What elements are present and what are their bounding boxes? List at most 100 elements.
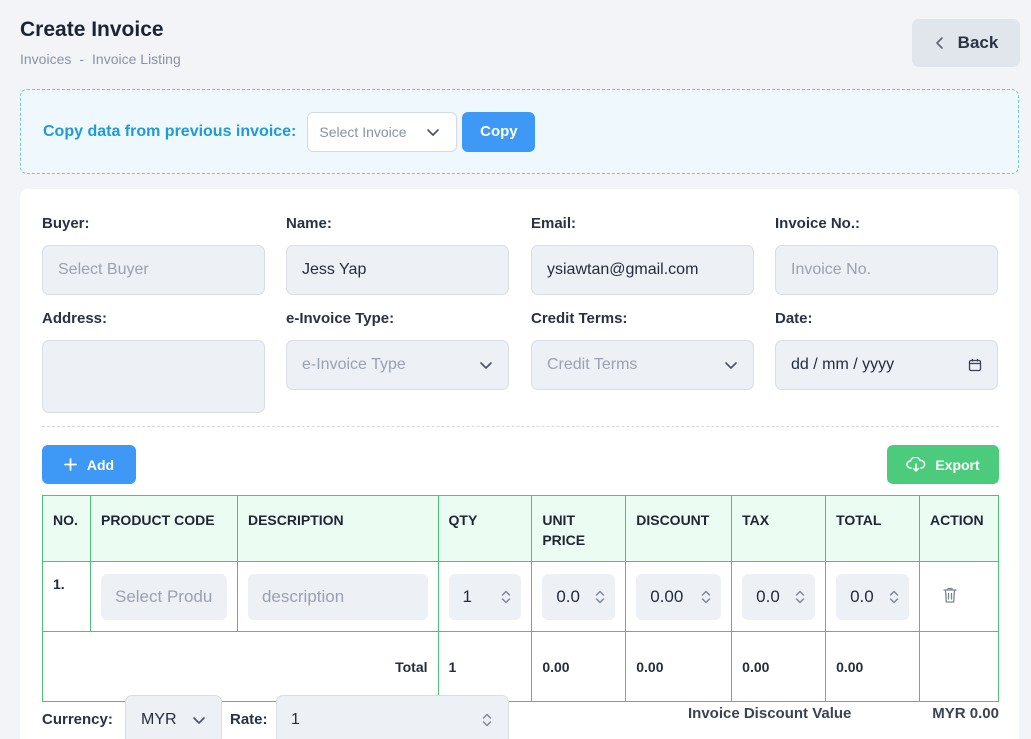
- copy-from-invoice-panel: Copy data from previous invoice: Select …: [20, 89, 1019, 174]
- col-header-product-code: PRODUCT CODE: [89, 495, 238, 562]
- chevron-left-icon: [935, 37, 943, 49]
- cloud-download-icon: [906, 456, 926, 472]
- unit-price-input[interactable]: 0.0: [542, 573, 616, 620]
- col-header-tax: TAX: [731, 495, 827, 562]
- totals-label: Total: [42, 631, 439, 702]
- credit-terms-select[interactable]: Credit Terms: [531, 340, 754, 390]
- page-header: Create Invoice Invoices - Invoice Listin…: [20, 18, 181, 67]
- description-cell: description: [236, 561, 439, 632]
- invoice-no-placeholder: Invoice No.: [791, 261, 872, 278]
- chevron-down-icon: [725, 362, 737, 369]
- unit-price-cell: 0.0: [531, 561, 627, 632]
- trash-icon[interactable]: [942, 586, 958, 604]
- name-field: Name: Jess Yap: [286, 215, 509, 295]
- unit-price-value: 0.0: [556, 586, 580, 606]
- description-placeholder: description: [261, 586, 345, 606]
- totals-action-empty: [918, 631, 1000, 702]
- einvoice-type-placeholder: e-Invoice Type: [302, 356, 406, 373]
- credit-terms-field: Credit Terms: Credit Terms: [531, 310, 754, 390]
- invoice-form-card: Buyer: Select Buyer Name: Jess Yap Email…: [20, 189, 1019, 739]
- breadcrumb-separator: -: [79, 51, 85, 67]
- rate-input[interactable]: 1: [276, 695, 509, 739]
- table-totals-row: Total 1 0.00 0.00 0.00 0.00: [42, 631, 1000, 702]
- col-header-qty: QTY: [437, 495, 533, 562]
- buyer-field: Buyer: Select Buyer: [42, 215, 265, 295]
- tax-input[interactable]: 0.0: [742, 573, 816, 620]
- discount-value: 0.00: [650, 586, 684, 606]
- currency-select[interactable]: MYR: [125, 695, 222, 739]
- discount-cell: 0.00: [625, 561, 733, 632]
- breadcrumb-invoice-listing[interactable]: Invoice Listing: [92, 51, 181, 67]
- add-item-button[interactable]: Add: [42, 445, 136, 484]
- qty-input[interactable]: 1: [448, 573, 522, 620]
- email-input[interactable]: ysiawtan@gmail.com: [531, 245, 754, 295]
- date-placeholder: dd / mm / yyyy: [791, 356, 895, 373]
- back-button-label: Back: [957, 33, 999, 52]
- spinner-icon[interactable]: [887, 588, 901, 606]
- page-title: Create Invoice: [20, 18, 164, 41]
- col-header-discount: DISCOUNT: [625, 495, 733, 562]
- col-header-unit-price: UNIT PRICE: [531, 495, 627, 562]
- spinner-icon[interactable]: [480, 711, 494, 729]
- invoice-no-label: Invoice No.:: [775, 215, 861, 232]
- spinner-icon[interactable]: [499, 588, 513, 606]
- name-label: Name:: [286, 215, 332, 232]
- qty-cell: 1: [437, 561, 533, 632]
- table-row: 1. Select Produ description 1 0.0 0.00 0…: [42, 561, 1000, 632]
- chevron-down-icon: [480, 362, 492, 369]
- product-code-select[interactable]: Select Produ: [100, 573, 227, 620]
- row-number: 1.: [42, 561, 91, 632]
- description-input[interactable]: description: [247, 573, 428, 620]
- col-header-total: TOTAL: [825, 495, 920, 562]
- calendar-icon[interactable]: [968, 358, 982, 372]
- credit-terms-label: Credit Terms:: [531, 310, 628, 327]
- plus-icon: [63, 458, 77, 471]
- totals-qty: 1: [437, 631, 533, 702]
- name-value: Jess Yap: [302, 261, 367, 278]
- invoice-discount-value: MYR 0.00: [932, 705, 999, 722]
- product-code-placeholder: Select Produ: [114, 586, 213, 606]
- back-button[interactable]: Back: [912, 19, 1020, 67]
- total-input[interactable]: 0.0: [836, 573, 909, 620]
- total-value: 0.0: [850, 586, 874, 606]
- rate-label: Rate:: [230, 711, 268, 728]
- credit-terms-placeholder: Credit Terms: [547, 356, 638, 373]
- breadcrumb: Invoices - Invoice Listing: [20, 51, 181, 67]
- chevron-down-icon: [427, 128, 440, 136]
- date-field: Date: dd / mm / yyyy: [775, 310, 998, 390]
- totals-discount: 0.00: [625, 631, 733, 702]
- einvoice-type-select[interactable]: e-Invoice Type: [286, 340, 509, 390]
- address-field: Address:: [42, 310, 265, 413]
- action-cell: [918, 561, 1000, 632]
- email-field: Email: ysiawtan@gmail.com: [531, 215, 754, 295]
- discount-input[interactable]: 0.00: [636, 573, 722, 620]
- invoice-no-input[interactable]: Invoice No.: [775, 245, 998, 295]
- totals-unit-price: 0.00: [531, 631, 627, 702]
- select-invoice-placeholder: Select Invoice: [319, 123, 407, 140]
- section-divider: [42, 426, 999, 427]
- buyer-label: Buyer:: [42, 215, 90, 232]
- buyer-select[interactable]: Select Buyer: [42, 245, 265, 295]
- tax-value: 0.0: [756, 586, 780, 606]
- qty-value: 1: [462, 586, 472, 606]
- select-invoice-dropdown[interactable]: Select Invoice: [307, 111, 458, 152]
- col-header-no: NO.: [42, 495, 91, 562]
- add-item-label: Add: [86, 456, 115, 473]
- spinner-icon[interactable]: [699, 588, 713, 606]
- spinner-icon[interactable]: [793, 588, 807, 606]
- date-input[interactable]: dd / mm / yyyy: [775, 340, 998, 390]
- total-cell: 0.0: [825, 561, 920, 632]
- copy-button[interactable]: Copy: [462, 111, 536, 152]
- table-header-row: NO. PRODUCT CODE DESCRIPTION QTY UNIT PR…: [42, 495, 1000, 562]
- date-label: Date:: [775, 310, 813, 327]
- export-label: Export: [935, 456, 980, 473]
- einvoice-type-label: e-Invoice Type:: [286, 310, 395, 327]
- currency-section: Currency: MYR Rate: 1 Invoice Discount V…: [42, 695, 999, 739]
- export-button[interactable]: Export: [887, 445, 999, 484]
- breadcrumb-invoices[interactable]: Invoices: [20, 51, 71, 67]
- spinner-icon[interactable]: [593, 588, 607, 606]
- name-input[interactable]: Jess Yap: [286, 245, 509, 295]
- tax-cell: 0.0: [731, 561, 827, 632]
- address-textarea[interactable]: [42, 340, 265, 413]
- buyer-placeholder: Select Buyer: [58, 261, 149, 278]
